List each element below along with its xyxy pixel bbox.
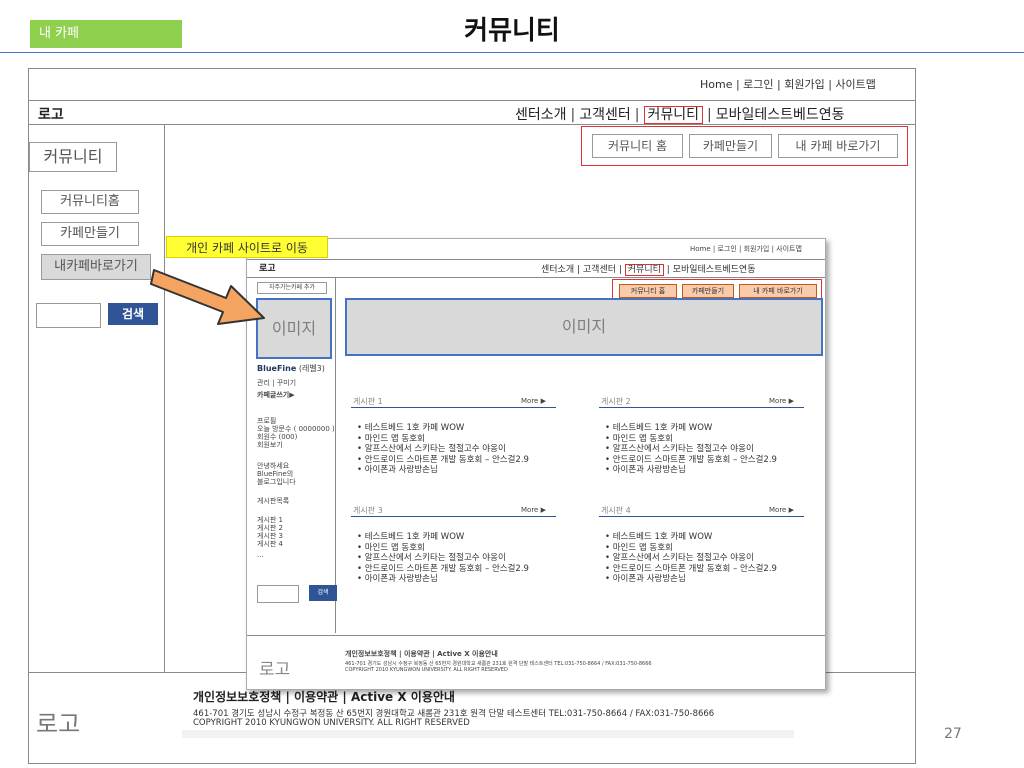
nav-item-community[interactable]: 커뮤니티	[643, 106, 704, 124]
preview-more-link: More ▶	[769, 397, 794, 405]
preview-cafe-name-row: BlueFine (레벨3)	[257, 363, 325, 374]
list-item: • 마인드 맵 동호회	[357, 433, 425, 444]
sidebar-item-create-cafe[interactable]: 카페만들기	[41, 222, 139, 246]
divider	[28, 124, 916, 125]
search-input[interactable]	[36, 303, 101, 328]
divider	[335, 277, 336, 633]
list-item: • 마인드 맵 동호회	[605, 542, 673, 553]
preview-board-link: ...	[257, 551, 264, 559]
preview-footer-logo: 로고	[259, 660, 291, 680]
preview-greeting: 블로그입니다	[257, 478, 296, 486]
cafe-preview-screenshot: Home | 로그인 | 회원가입 | 사이트맵 로고 센터소개 | 고객센터 …	[246, 238, 826, 690]
header-divider	[0, 52, 1024, 53]
list-item: • 안드로이드 스마트폰 개발 동호회 – 안스걸2.9	[605, 563, 777, 574]
divider	[247, 277, 825, 278]
slide-title: 커뮤니티	[464, 16, 560, 46]
preview-board-header: 게시판 4 More ▶	[599, 503, 804, 517]
list-item: • 알프스산에서 스키타는 절절고수 야옹이	[357, 444, 506, 454]
preview-top-menu: Home | 로그인 | 회원가입 | 사이트맵	[690, 245, 802, 253]
preview-more-link: More ▶	[769, 506, 794, 514]
page-number: 27	[944, 726, 962, 742]
footer-copyright: COPYRIGHT 2010 KYUNGWON UNIVERSITY. ALL …	[193, 718, 470, 728]
callout-label: 개인 카페 사이트로 이동	[166, 236, 328, 258]
footer-logo: 로고	[36, 710, 81, 738]
preview-banner-image: 이미지	[345, 298, 823, 356]
preview-board-list: • 테스트베드 1호 카페 WOW • 마인드 맵 동호회 • 알프스산에서 스…	[605, 532, 777, 585]
sidebar-divider	[164, 124, 165, 672]
list-item: • 안드로이드 스마트폰 개발 동호회 – 안스걸2.9	[357, 454, 529, 465]
preview-nav-item: 모바일테스트베드연동	[672, 265, 756, 275]
nav-item-support[interactable]: 고객센터	[579, 107, 631, 123]
preview-nav-item: 고객센터	[582, 265, 617, 275]
preview-subnav-button: 카페만들기	[682, 284, 734, 298]
list-item: • 안드로이드 스마트폰 개발 동호회 – 안스걸2.9	[357, 563, 529, 574]
preview-board-link: 게시판 4	[257, 540, 283, 548]
preview-board-title: 게시판 3	[353, 506, 383, 515]
list-item: • 알프스산에서 스키타는 절절고수 야옹이	[605, 553, 754, 563]
subnav-create-cafe-button[interactable]: 카페만들기	[689, 134, 772, 158]
preview-nav: 센터소개 | 고객센터 | 커뮤니티 | 모바일테스트베드연동	[541, 264, 756, 276]
preview-board-header: 게시판 3 More ▶	[351, 503, 556, 517]
list-item: • 알프스산에서 스키타는 절절고수 야옹이	[357, 553, 506, 563]
preview-footer-copyright: COPYRIGHT 2010 KYUNGWON UNIVERSITY. ALL …	[345, 667, 508, 673]
list-item: • 테스트베드 1호 카페 WOW	[357, 423, 465, 433]
preview-footer-address: 461-701 경기도 성남시 수정구 복정동 산 65번지 경원대학교 새롬관…	[345, 661, 652, 667]
footer-bar	[182, 730, 794, 738]
sidebar-item-my-cafe[interactable]: 내카페바로가기	[41, 254, 151, 280]
arrow-icon	[150, 269, 265, 325]
preview-board-header: 게시판 2 More ▶	[599, 394, 804, 408]
preview-board-list: • 테스트베드 1호 카페 WOW • 마인드 맵 동호회 • 알프스산에서 스…	[357, 423, 529, 476]
preview-write: 카페글쓰기▶	[257, 391, 295, 399]
list-item: • 아이폰과 사랑방손님	[357, 574, 438, 584]
top-menu[interactable]: Home | 로그인 | 회원가입 | 사이트맵	[700, 76, 876, 92]
preview-cafe-level: (레벨3)	[298, 364, 325, 373]
subnav-community-home-button[interactable]: 커뮤니티 홈	[592, 134, 683, 158]
main-nav: 센터소개 | 고객센터 | 커뮤니티 | 모바일테스트베드연동	[515, 106, 845, 124]
preview-more-link: More ▶	[521, 397, 546, 405]
sidebar-title: 커뮤니티	[29, 142, 117, 172]
subnav-my-cafe-button[interactable]: 내 카페 바로가기	[778, 134, 898, 158]
list-item: • 아이폰과 사랑방손님	[605, 465, 686, 475]
preview-manage: 관리 | 꾸미기	[257, 379, 297, 387]
list-item: • 마인드 맵 동호회	[605, 433, 673, 444]
preview-board-list: • 테스트베드 1호 카페 WOW • 마인드 맵 동호회 • 알프스산에서 스…	[357, 532, 529, 585]
preview-search-input	[257, 585, 299, 603]
preview-board-title: 게시판 1	[353, 397, 383, 406]
sidebar-item-community-home[interactable]: 커뮤니티홈	[41, 190, 139, 214]
preview-more-link: More ▶	[521, 506, 546, 514]
divider	[247, 259, 825, 260]
nav-item-mobile-testbed[interactable]: 모바일테스트베드연동	[716, 107, 845, 123]
preview-subnav-button: 내 카페 바로가기	[739, 284, 817, 298]
list-item: • 알프스산에서 스키타는 절절고수 야옹이	[605, 444, 754, 454]
preview-cafe-name: BlueFine	[257, 364, 297, 373]
preview-board-title: 게시판 4	[601, 506, 631, 515]
preview-board-title: 게시판 2	[601, 397, 631, 406]
list-item: • 안드로이드 스마트폰 개발 동호회 – 안스걸2.9	[605, 454, 777, 465]
preview-search-button: 검색	[309, 585, 337, 601]
preview-nav-item: 커뮤니티	[624, 264, 664, 276]
divider	[28, 100, 916, 101]
list-item: • 아이폰과 사랑방손님	[357, 465, 438, 475]
preview-subnav-button: 커뮤니티 홈	[619, 284, 677, 298]
divider	[247, 635, 825, 636]
preview-board-header: 게시판 1 More ▶	[351, 394, 556, 408]
footer-links[interactable]: 개인정보보호정책 | 이용약관 | Active X 이용안내	[193, 688, 455, 705]
preview-board-list-title: 게시판목록	[257, 497, 290, 505]
logo[interactable]: 로고	[38, 104, 64, 124]
list-item: • 테스트베드 1호 카페 WOW	[605, 532, 713, 542]
preview-board-list: • 테스트베드 1호 카페 WOW • 마인드 맵 동호회 • 알프스산에서 스…	[605, 423, 777, 476]
list-item: • 테스트베드 1호 카페 WOW	[605, 423, 713, 433]
list-item: • 테스트베드 1호 카페 WOW	[357, 532, 465, 542]
preview-member-view: 회원보기	[257, 441, 283, 449]
preview-footer-links: 개인정보보호정책 | 이용약관 | Active X 이용안내	[345, 650, 498, 658]
nav-item-center[interactable]: 센터소개	[515, 107, 567, 123]
list-item: • 아이폰과 사랑방손님	[605, 574, 686, 584]
preview-nav-item: 센터소개	[541, 265, 575, 275]
list-item: • 마인드 맵 동호회	[357, 542, 425, 553]
